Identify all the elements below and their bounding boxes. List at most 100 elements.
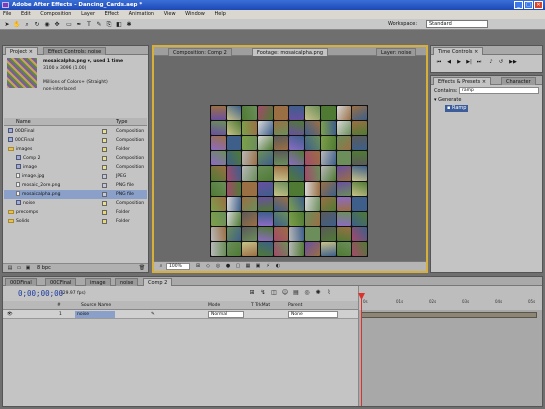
label-color-swatch[interactable] xyxy=(102,138,107,143)
column-mode[interactable]: Mode xyxy=(208,301,220,310)
motion-blur-icon[interactable]: ◎ xyxy=(303,289,311,296)
pick-whip-icon[interactable]: ✎ xyxy=(151,310,155,319)
column-index[interactable]: # xyxy=(57,301,61,310)
effects-search-input[interactable]: ramp xyxy=(459,87,539,94)
camera-tool-icon[interactable]: ◉ xyxy=(43,21,51,28)
region-of-interest-icon[interactable]: ▢ xyxy=(234,263,242,270)
project-item[interactable]: mosaic_2ore.png PNG file xyxy=(4,181,147,190)
draft-3d-icon[interactable]: ◫ xyxy=(270,289,278,296)
graph-editor-icon[interactable]: ⌇ xyxy=(325,289,333,296)
minimize-button[interactable]: _ xyxy=(514,1,523,9)
trash-icon[interactable]: 🗑 xyxy=(138,265,146,272)
label-color-swatch[interactable] xyxy=(102,183,107,188)
magnification-icon[interactable]: ⌕ xyxy=(157,263,165,270)
text-tool-icon[interactable]: T xyxy=(85,21,93,28)
menu-animation[interactable]: Animation xyxy=(129,11,155,17)
label-color-swatch[interactable] xyxy=(102,219,107,224)
menu-composition[interactable]: Composition xyxy=(40,11,71,17)
layer-name[interactable]: noise xyxy=(75,311,115,318)
new-folder-icon[interactable]: ▭ xyxy=(15,265,23,272)
project-item[interactable]: precomps Folder xyxy=(4,208,147,217)
footage-viewer[interactable] xyxy=(210,105,368,257)
ramp-effect-item[interactable]: ▪ Ramp xyxy=(445,105,469,112)
tab-timeline-comp2[interactable]: Comp 2 xyxy=(143,278,173,286)
label-color-swatch[interactable] xyxy=(102,192,107,197)
project-item[interactable]: 00DFinal Composition xyxy=(4,127,147,136)
layer-parent-dropdown[interactable]: None xyxy=(288,311,338,318)
ram-preview-icon[interactable]: ▶▶ xyxy=(509,59,517,65)
label-color-swatch[interactable] xyxy=(102,174,107,179)
project-item[interactable]: Comp 2 Composition xyxy=(4,154,147,163)
layer-row[interactable]: 👁 1 noise ✎ Normal None xyxy=(3,310,358,319)
first-frame-icon[interactable]: ⏮ xyxy=(435,59,443,65)
new-comp-icon[interactable]: ▣ xyxy=(24,265,32,272)
layer-mode-dropdown[interactable]: Normal xyxy=(208,311,244,318)
bit-depth-label[interactable]: 8 bpc xyxy=(37,264,51,272)
menu-help[interactable]: Help xyxy=(214,11,225,17)
zoom-tool-icon[interactable]: ⌕ xyxy=(23,21,31,28)
tab-effect-controls[interactable]: Effect Controls: noise xyxy=(43,47,107,55)
tab-project[interactable]: Project × xyxy=(5,47,38,55)
label-color-swatch[interactable] xyxy=(102,201,107,206)
hand-tool-icon[interactable]: ✋ xyxy=(13,21,21,28)
tab-timeline-00cfinal[interactable]: 00CFinal xyxy=(45,278,77,286)
mask-tool-icon[interactable]: ▭ xyxy=(65,21,73,28)
project-item[interactable]: Solids Folder xyxy=(4,217,147,226)
eraser-tool-icon[interactable]: ◧ xyxy=(115,21,123,28)
snapshot-icon[interactable]: ◎ xyxy=(214,263,222,270)
column-name[interactable]: Name xyxy=(16,118,31,126)
menu-view[interactable]: View xyxy=(164,11,176,17)
project-item[interactable]: 00CFinal Composition xyxy=(4,136,147,145)
clone-stamp-tool-icon[interactable]: ⎘ xyxy=(105,21,113,28)
hide-shy-layers-icon[interactable]: ☺ xyxy=(281,289,289,296)
project-item[interactable]: mosaicalpha.png PNG file xyxy=(4,190,147,199)
column-parent[interactable]: Parent xyxy=(288,301,302,310)
menu-effect[interactable]: Effect xyxy=(105,11,119,17)
safe-zones-icon[interactable]: ⊞ xyxy=(194,263,202,270)
label-color-swatch[interactable] xyxy=(102,147,107,152)
project-item[interactable]: image Composition xyxy=(4,163,147,172)
interpret-footage-icon[interactable]: ▤ xyxy=(6,265,14,272)
last-frame-icon[interactable]: ⏭ xyxy=(475,59,483,65)
live-update-icon[interactable]: ↯ xyxy=(259,289,267,296)
brush-tool-icon[interactable]: ✎ xyxy=(95,21,103,28)
workspace-dropdown[interactable]: Standard xyxy=(426,20,488,28)
pen-tool-icon[interactable]: ✒ xyxy=(75,21,83,28)
puppet-tool-icon[interactable]: ✱ xyxy=(125,21,133,28)
menu-layer[interactable]: Layer xyxy=(81,11,95,17)
view-options-icon[interactable]: ▣ xyxy=(254,263,262,270)
transparency-grid-icon[interactable]: ▦ xyxy=(244,263,252,270)
tab-composition[interactable]: Composition: Comp 2 xyxy=(168,48,232,56)
loop-icon[interactable]: ↺ xyxy=(497,59,505,65)
show-channel-icon[interactable]: ● xyxy=(224,263,232,270)
tab-timeline-noise[interactable]: noise xyxy=(115,278,139,286)
comp-mini-flowchart-icon[interactable]: ⊞ xyxy=(248,289,256,296)
tab-effects-presets[interactable]: Effects & Presets × xyxy=(433,77,492,85)
menu-window[interactable]: Window xyxy=(185,11,205,17)
maximize-button[interactable]: □ xyxy=(524,1,533,9)
label-color-swatch[interactable] xyxy=(102,156,107,161)
close-button[interactable]: ✕ xyxy=(534,1,543,9)
selection-tool-icon[interactable]: ➤ xyxy=(3,21,11,28)
project-item[interactable]: noise Composition xyxy=(4,199,147,208)
current-time-display[interactable]: 0;00;00;00 xyxy=(18,289,63,298)
label-color-swatch[interactable] xyxy=(102,210,107,215)
tab-layer[interactable]: Layer: noise xyxy=(376,48,417,56)
next-frame-icon[interactable]: ▶| xyxy=(465,59,473,65)
rotate-tool-icon[interactable]: ↻ xyxy=(33,21,41,28)
generate-category[interactable]: ▾ Generate xyxy=(434,97,461,103)
menu-file[interactable]: File xyxy=(3,11,11,17)
previous-frame-icon[interactable]: ◀ xyxy=(445,59,453,65)
tab-timeline-00dfinal[interactable]: 00DFinal xyxy=(5,278,37,286)
label-color-swatch[interactable] xyxy=(102,129,107,134)
magnification-dropdown[interactable]: 100% xyxy=(166,263,190,270)
label-color-swatch[interactable] xyxy=(102,165,107,170)
tab-timeline-image[interactable]: image xyxy=(85,278,111,286)
tab-time-controls[interactable]: Time Controls × xyxy=(433,47,484,55)
tab-character[interactable]: Character xyxy=(501,77,536,85)
fast-preview-icon[interactable]: ⚡ xyxy=(264,263,272,270)
frame-blending-icon[interactable]: ▤ xyxy=(292,289,300,296)
column-type[interactable]: Type xyxy=(116,118,127,126)
column-source-name[interactable]: Source Name xyxy=(81,301,111,310)
exposure-icon[interactable]: ◐ xyxy=(274,263,282,270)
